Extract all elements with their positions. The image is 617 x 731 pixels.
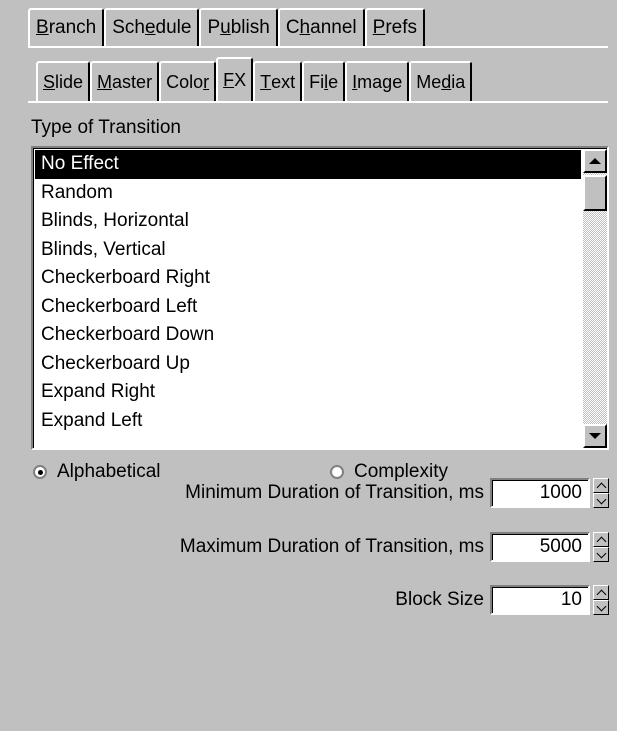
block-size-row: Block Size 10: [395, 585, 609, 615]
arrow-up-icon: [589, 158, 601, 164]
radio-unchecked-icon: [330, 465, 344, 479]
tab-slide[interactable]: Slide: [36, 61, 91, 101]
chevron-down-icon: [596, 601, 606, 611]
tab-publish[interactable]: Pu blish: [199, 8, 278, 46]
chevron-up-icon: [596, 482, 606, 492]
tab-fx[interactable]: FX: [216, 57, 254, 101]
tab-channel[interactable]: Ch annel: [277, 8, 365, 46]
spin-up-button[interactable]: [593, 478, 609, 493]
spin-down-button[interactable]: [593, 547, 609, 562]
list-scrollbar[interactable]: [583, 149, 607, 448]
list-item[interactable]: Checkerboard Down: [35, 321, 581, 350]
max-duration-row: Maximum Duration of Transition, ms 5000: [180, 532, 609, 562]
max-duration-spinner[interactable]: [593, 532, 609, 562]
tab-panel-edge: [28, 46, 608, 48]
transition-items: No Effect Random Blinds, Horizontal Blin…: [35, 150, 581, 435]
tab-branch[interactable]: Branch: [28, 8, 105, 46]
scroll-thumb[interactable]: [583, 175, 607, 211]
list-item[interactable]: Expand Left: [35, 407, 581, 436]
tab-master[interactable]: Master: [90, 61, 160, 101]
tab-file[interactable]: Fi l e: [302, 61, 346, 101]
alphabetical-label: Alphabetical: [57, 461, 161, 482]
tab-schedule[interactable]: Sch e dule: [104, 8, 200, 46]
list-item[interactable]: No Effect: [35, 150, 581, 179]
spin-up-button[interactable]: [593, 585, 609, 600]
list-item[interactable]: Blinds, Horizontal: [35, 207, 581, 236]
block-size-label: Block Size: [395, 589, 484, 610]
chevron-up-icon: [596, 536, 606, 546]
block-size-spinner[interactable]: [593, 585, 609, 615]
transition-type-label: Type of Transition: [31, 117, 181, 138]
list-item[interactable]: Blinds, Vertical: [35, 236, 581, 265]
list-item[interactable]: Checkerboard Left: [35, 293, 581, 322]
alphabetical-radio[interactable]: Alphabetical: [33, 461, 161, 483]
main-tab-row: Branch Sch e dule Pu blish Ch annel Prefs: [28, 8, 425, 46]
min-duration-row: Minimum Duration of Transition, ms 1000: [185, 478, 609, 508]
tab-prefs[interactable]: Prefs: [364, 8, 425, 46]
min-duration-input[interactable]: 1000: [490, 478, 590, 508]
tab-text[interactable]: Text: [253, 61, 303, 101]
max-duration-input[interactable]: 5000: [490, 532, 590, 562]
spin-down-button[interactable]: [593, 600, 609, 615]
radio-checked-icon: [33, 465, 47, 479]
arrow-down-icon: [589, 433, 601, 439]
scroll-down-button[interactable]: [583, 424, 607, 448]
spin-up-button[interactable]: [593, 532, 609, 547]
sub-tab-panel-edge: [28, 101, 608, 103]
list-item[interactable]: Checkerboard Up: [35, 350, 581, 379]
max-duration-label: Maximum Duration of Transition, ms: [179, 536, 484, 557]
chevron-up-icon: [596, 589, 606, 599]
chevron-down-icon: [596, 548, 606, 558]
chevron-down-icon: [596, 494, 606, 504]
tab-media[interactable]: Me d ia: [409, 61, 473, 101]
min-duration-label: Minimum Duration of Transition, ms: [185, 482, 484, 503]
sub-tab-row: Slide Master Colo r FX Text Fi l e Image Me…: [36, 57, 473, 101]
block-size-input[interactable]: 10: [490, 585, 590, 615]
spin-down-button[interactable]: [593, 493, 609, 508]
list-item[interactable]: Random: [35, 179, 581, 208]
tab-image[interactable]: Image: [345, 61, 410, 101]
list-item[interactable]: Checkerboard Right: [35, 264, 581, 293]
transition-list[interactable]: No Effect Random Blinds, Horizontal Blin…: [31, 146, 609, 450]
scroll-up-button[interactable]: [583, 149, 607, 173]
list-item[interactable]: Expand Right: [35, 378, 581, 407]
min-duration-spinner[interactable]: [593, 478, 609, 508]
tab-color[interactable]: Colo r: [159, 61, 217, 101]
